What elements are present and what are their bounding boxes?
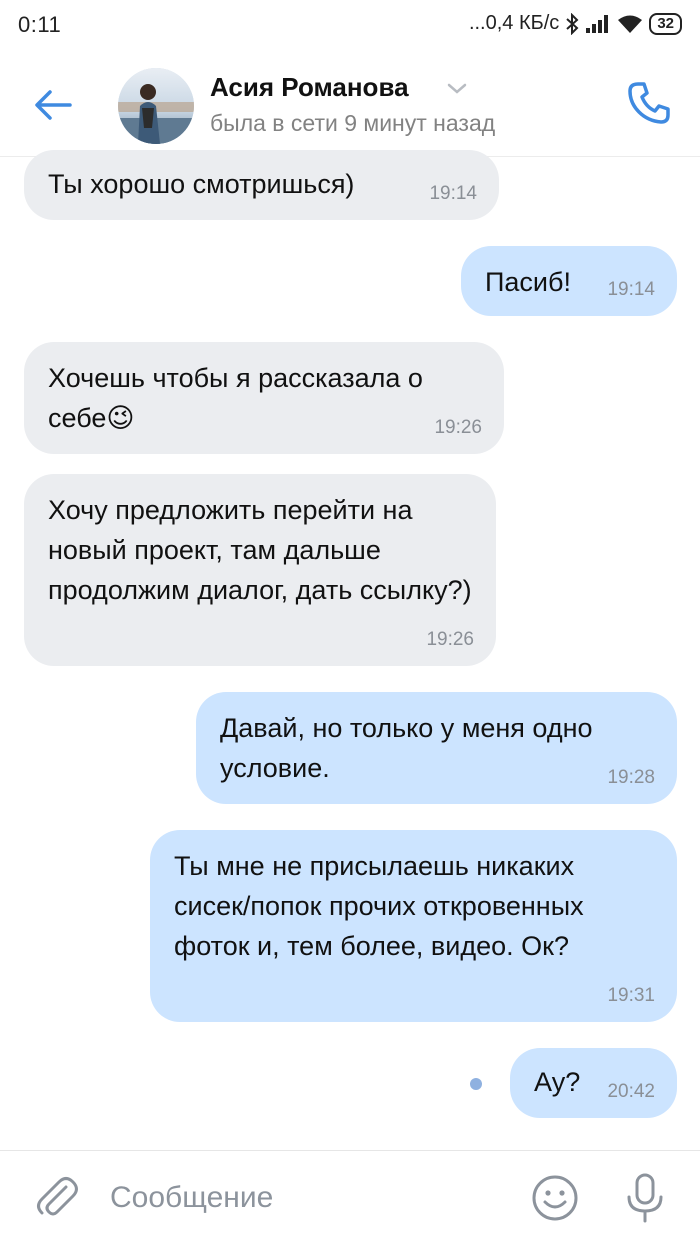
avatar-photo bbox=[118, 68, 194, 144]
message-time: 20:42 bbox=[607, 1081, 655, 1102]
message-text: Ты хорошо смотришься) bbox=[48, 169, 355, 199]
contact-name[interactable]: Асия Романова bbox=[210, 72, 409, 103]
compose-bar bbox=[0, 1150, 700, 1245]
status-indicators: ...0,4 КБ/с 32 bbox=[469, 12, 682, 35]
message-input[interactable] bbox=[110, 1175, 510, 1221]
phone-icon bbox=[628, 82, 670, 124]
message-bubble-outgoing[interactable]: Ау? 20:42 bbox=[510, 1048, 677, 1118]
network-speed: ...0,4 КБ/с bbox=[468, 12, 560, 34]
message-bubble-incoming[interactable]: Ты хорошо смотришься) 19:14 bbox=[24, 150, 499, 220]
message-time: 19:14 bbox=[429, 183, 477, 204]
smiley-icon bbox=[532, 1175, 578, 1221]
microphone-button[interactable] bbox=[620, 1171, 670, 1225]
message-time: 19:26 bbox=[434, 417, 482, 438]
message-text: Ты мне не присылаешь никаких сисек/попок… bbox=[174, 851, 584, 961]
wifi-icon bbox=[618, 15, 643, 33]
message-bubble-incoming[interactable]: Хочу предложить перейти на новый проект,… bbox=[24, 474, 496, 666]
status-bar: 0:11 ...0,4 КБ/с 32 bbox=[0, 0, 700, 52]
message-text: Давай, но только у меня одно условие. bbox=[220, 713, 593, 783]
message-bubble-outgoing[interactable]: Ты мне не присылаешь никаких сисек/попок… bbox=[150, 830, 677, 1022]
back-arrow-icon bbox=[35, 90, 72, 120]
chevron-down-icon[interactable] bbox=[446, 82, 468, 96]
avatar[interactable] bbox=[118, 68, 194, 144]
emoji-button[interactable] bbox=[530, 1173, 580, 1223]
unread-indicator bbox=[470, 1078, 482, 1090]
message-text: Хочешь чтобы я рассказала о себе😉 bbox=[48, 363, 423, 433]
attach-button[interactable] bbox=[32, 1173, 82, 1223]
status-time: 0:11 bbox=[18, 12, 62, 37]
chat-header: Асия Романова была в сети 9 минут назад bbox=[0, 52, 700, 157]
message-bubble-incoming[interactable]: Хочешь чтобы я рассказала о себе😉 19:26 bbox=[24, 342, 504, 454]
paperclip-icon bbox=[37, 1177, 78, 1216]
message-time: 19:26 bbox=[426, 629, 474, 650]
message-time: 19:31 bbox=[607, 985, 655, 1006]
signal-icon bbox=[586, 14, 609, 33]
contact-status: была в сети 9 минут назад bbox=[210, 110, 496, 136]
call-button[interactable] bbox=[624, 78, 674, 128]
back-button[interactable] bbox=[28, 80, 78, 130]
message-bubble-outgoing[interactable]: Давай, но только у меня одно условие. 19… bbox=[196, 692, 677, 804]
battery-indicator: 32 bbox=[649, 12, 682, 35]
microphone-icon bbox=[627, 1173, 663, 1223]
message-time: 19:14 bbox=[607, 279, 655, 300]
message-text: Хочу предложить перейти на новый проект,… bbox=[48, 495, 472, 605]
message-bubble-outgoing[interactable]: Пасиб! 19:14 bbox=[461, 246, 677, 316]
message-time: 19:28 bbox=[607, 767, 655, 788]
bluetooth-icon bbox=[566, 12, 579, 35]
